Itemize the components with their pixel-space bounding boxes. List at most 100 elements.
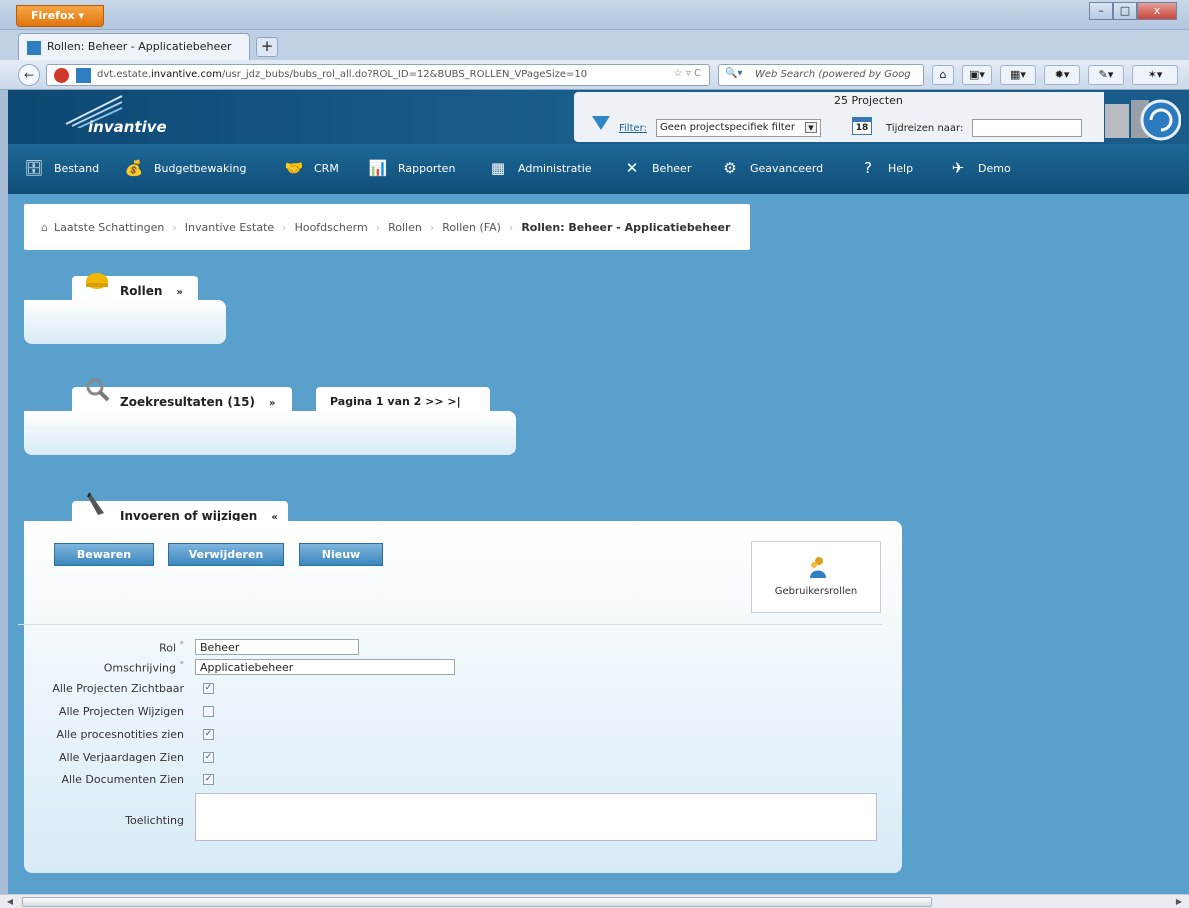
- scroll-right-icon[interactable]: ▶: [1173, 897, 1185, 907]
- required-mark: *: [179, 640, 185, 650]
- checkbox-label: Alle Documenten Zien: [61, 773, 184, 786]
- project-filter-box: 25 Projecten Filter: Geen projectspecifi…: [574, 92, 1104, 142]
- project-filter-select[interactable]: Geen projectspecifiek filter ▼: [656, 119, 821, 137]
- project-count: 25 Projecten: [834, 94, 903, 107]
- window-controls: – □ x: [1089, 2, 1177, 20]
- breadcrumb-item[interactable]: Laatste Schattingen: [54, 221, 164, 234]
- new-tab-button[interactable]: +: [256, 37, 278, 57]
- home-icon[interactable]: ⌂: [41, 221, 48, 234]
- firefox-menu-button[interactable]: Firefox ▾: [16, 5, 104, 27]
- addon-tools-icon[interactable]: ✎▾: [1088, 65, 1124, 85]
- url-bar[interactable]: dvt.estate.invantive.com/usr_jdz_bubs/bu…: [46, 64, 710, 86]
- checkbox-alle-projecten-zichtbaar[interactable]: ✓: [203, 683, 214, 694]
- breadcrumb-separator: ›: [172, 220, 177, 234]
- panel-title: Zoekresultaten (15): [120, 395, 256, 409]
- save-button[interactable]: Bewaren: [54, 543, 154, 566]
- magnifier-icon: [86, 378, 110, 402]
- addon-firebug-icon[interactable]: ✶▾: [1132, 65, 1178, 85]
- checkbox-alle-verjaardagen-zien[interactable]: ✓: [203, 752, 214, 763]
- delete-button[interactable]: Verwijderen: [168, 543, 284, 566]
- search-engine-icon[interactable]: 🔍▾: [725, 68, 742, 79]
- menu-label: Bestand: [54, 161, 100, 175]
- addon-grid-icon[interactable]: ▦▾: [1000, 65, 1036, 85]
- addon-gear-icon[interactable]: ✹▾: [1044, 65, 1080, 85]
- refresh-icon[interactable]: [1101, 96, 1181, 142]
- menu-geavanceerd[interactable]: ⚙ Geavanceerd: [720, 158, 823, 178]
- site-identity-icon: [76, 68, 91, 83]
- collapse-chevron-icon[interactable]: »: [176, 287, 182, 298]
- money-icon: 💰: [124, 159, 144, 177]
- bookmarks-icon[interactable]: ▣▾: [962, 65, 992, 85]
- menu-label: Budgetbewaking: [154, 161, 247, 175]
- filter-label: Filter: [619, 123, 644, 134]
- horizontal-scrollbar[interactable]: ◀ ▶: [0, 894, 1189, 908]
- menu-rapporten[interactable]: 📊 Rapporten: [368, 158, 456, 178]
- navigation-bar: ← dvt.estate.invantive.com/usr_jdz_bubs/…: [0, 60, 1189, 90]
- filter-funnel-icon: [592, 116, 610, 130]
- omschrijving-input[interactable]: Applicatiebeheer: [195, 659, 455, 675]
- menu-administratie[interactable]: ▦ Administratie: [488, 158, 592, 178]
- tab-bar: Rollen: Beheer - Applicatiebeheer +: [0, 30, 1189, 60]
- url-prefix: dvt.estate.: [97, 69, 152, 80]
- rol-label-text: Rol: [159, 641, 176, 655]
- checkbox-label: Alle procesnotities zien: [56, 728, 184, 741]
- breadcrumb-item[interactable]: Hoofdscherm: [295, 221, 368, 234]
- minimize-button[interactable]: –: [1089, 2, 1113, 20]
- close-window-button[interactable]: x: [1137, 2, 1177, 20]
- menu-bestand[interactable]: 🗄 Bestand: [24, 158, 99, 178]
- home-icon[interactable]: ⌂: [932, 65, 954, 85]
- maximize-button[interactable]: □: [1113, 2, 1137, 20]
- user-roles-button[interactable]: Gebruikersrollen: [751, 541, 881, 613]
- web-search-input[interactable]: 🔍▾ Web Search (powered by Goog: [718, 64, 924, 86]
- presentation-icon: 📊: [368, 159, 388, 177]
- menu-label: Demo: [978, 161, 1011, 175]
- back-icon[interactable]: ←: [18, 64, 40, 86]
- menu-beheer[interactable]: ✕ Beheer: [622, 158, 692, 178]
- window-left-edge: [0, 90, 8, 894]
- search-results-panel-header[interactable]: Zoekresultaten (15) »: [72, 378, 292, 413]
- time-travel-input[interactable]: [972, 119, 1082, 137]
- breadcrumb-item[interactable]: Invantive Estate: [185, 221, 274, 234]
- menu-budgetbewaking[interactable]: 💰 Budgetbewaking: [124, 158, 247, 178]
- toelichting-label: Toelichting: [125, 814, 184, 827]
- scroll-left-icon[interactable]: ◀: [4, 897, 16, 907]
- handshake-icon: 🤝: [284, 159, 304, 177]
- breadcrumb-item[interactable]: Rollen: [388, 221, 422, 234]
- scrollbar-thumb[interactable]: [22, 897, 932, 907]
- addon-icon: [54, 68, 69, 83]
- checkbox-alle-documenten-zien[interactable]: ✓: [203, 774, 214, 785]
- main-menu: 🗄 Bestand 💰 Budgetbewaking 🤝 CRM 📊 Rapporten…: [8, 144, 1189, 194]
- favicon-icon: [27, 41, 41, 55]
- breadcrumb-item[interactable]: Rollen (FA): [442, 221, 501, 234]
- app-header: invantive 25 Projecten Filter: Geen proj…: [8, 90, 1189, 144]
- reload-icon[interactable]: ☆ ▿ C: [674, 68, 701, 79]
- file-cabinet-icon: 🗄: [24, 159, 44, 177]
- time-travel-label: Tijdreizen naar:: [886, 123, 964, 134]
- divider: [18, 624, 882, 625]
- url-path: /usr_jdz_bubs/bubs_rol_all.do?ROL_ID=12&…: [221, 69, 588, 80]
- rollen-panel-header[interactable]: Rollen »: [72, 273, 198, 302]
- breadcrumb-separator: ›: [375, 220, 381, 234]
- invantive-logo: invantive: [88, 118, 167, 136]
- plane-icon: ✈: [951, 159, 965, 177]
- breadcrumb-separator: ›: [429, 220, 435, 234]
- menu-label: CRM: [314, 161, 339, 175]
- browser-tab[interactable]: Rollen: Beheer - Applicatiebeheer: [18, 33, 250, 60]
- toelichting-textarea[interactable]: [195, 793, 877, 841]
- breadcrumb-separator: ›: [508, 220, 514, 234]
- menu-demo[interactable]: ✈ Demo: [948, 158, 1011, 178]
- checkbox-alle-projecten-wijzigen[interactable]: [203, 706, 214, 717]
- menu-label: Geavanceerd: [750, 161, 824, 175]
- dropdown-arrow-icon[interactable]: ▼: [805, 122, 817, 133]
- rol-input[interactable]: Beheer: [195, 639, 359, 655]
- menu-help[interactable]: ? Help: [858, 158, 913, 178]
- calendar-icon[interactable]: 18: [852, 117, 872, 135]
- filter-link[interactable]: Filter:: [619, 123, 647, 134]
- collapse-chevron-icon[interactable]: »: [269, 398, 275, 409]
- new-button[interactable]: Nieuw: [299, 543, 383, 566]
- filter-value: Geen projectspecifiek filter: [660, 122, 795, 133]
- checkbox-alle-procesnotities-zien[interactable]: ✓: [203, 729, 214, 740]
- pager[interactable]: Pagina 1 van 2 >> >|: [316, 387, 490, 413]
- menu-crm[interactable]: 🤝 CRM: [284, 158, 339, 178]
- menu-label: Help: [888, 161, 914, 175]
